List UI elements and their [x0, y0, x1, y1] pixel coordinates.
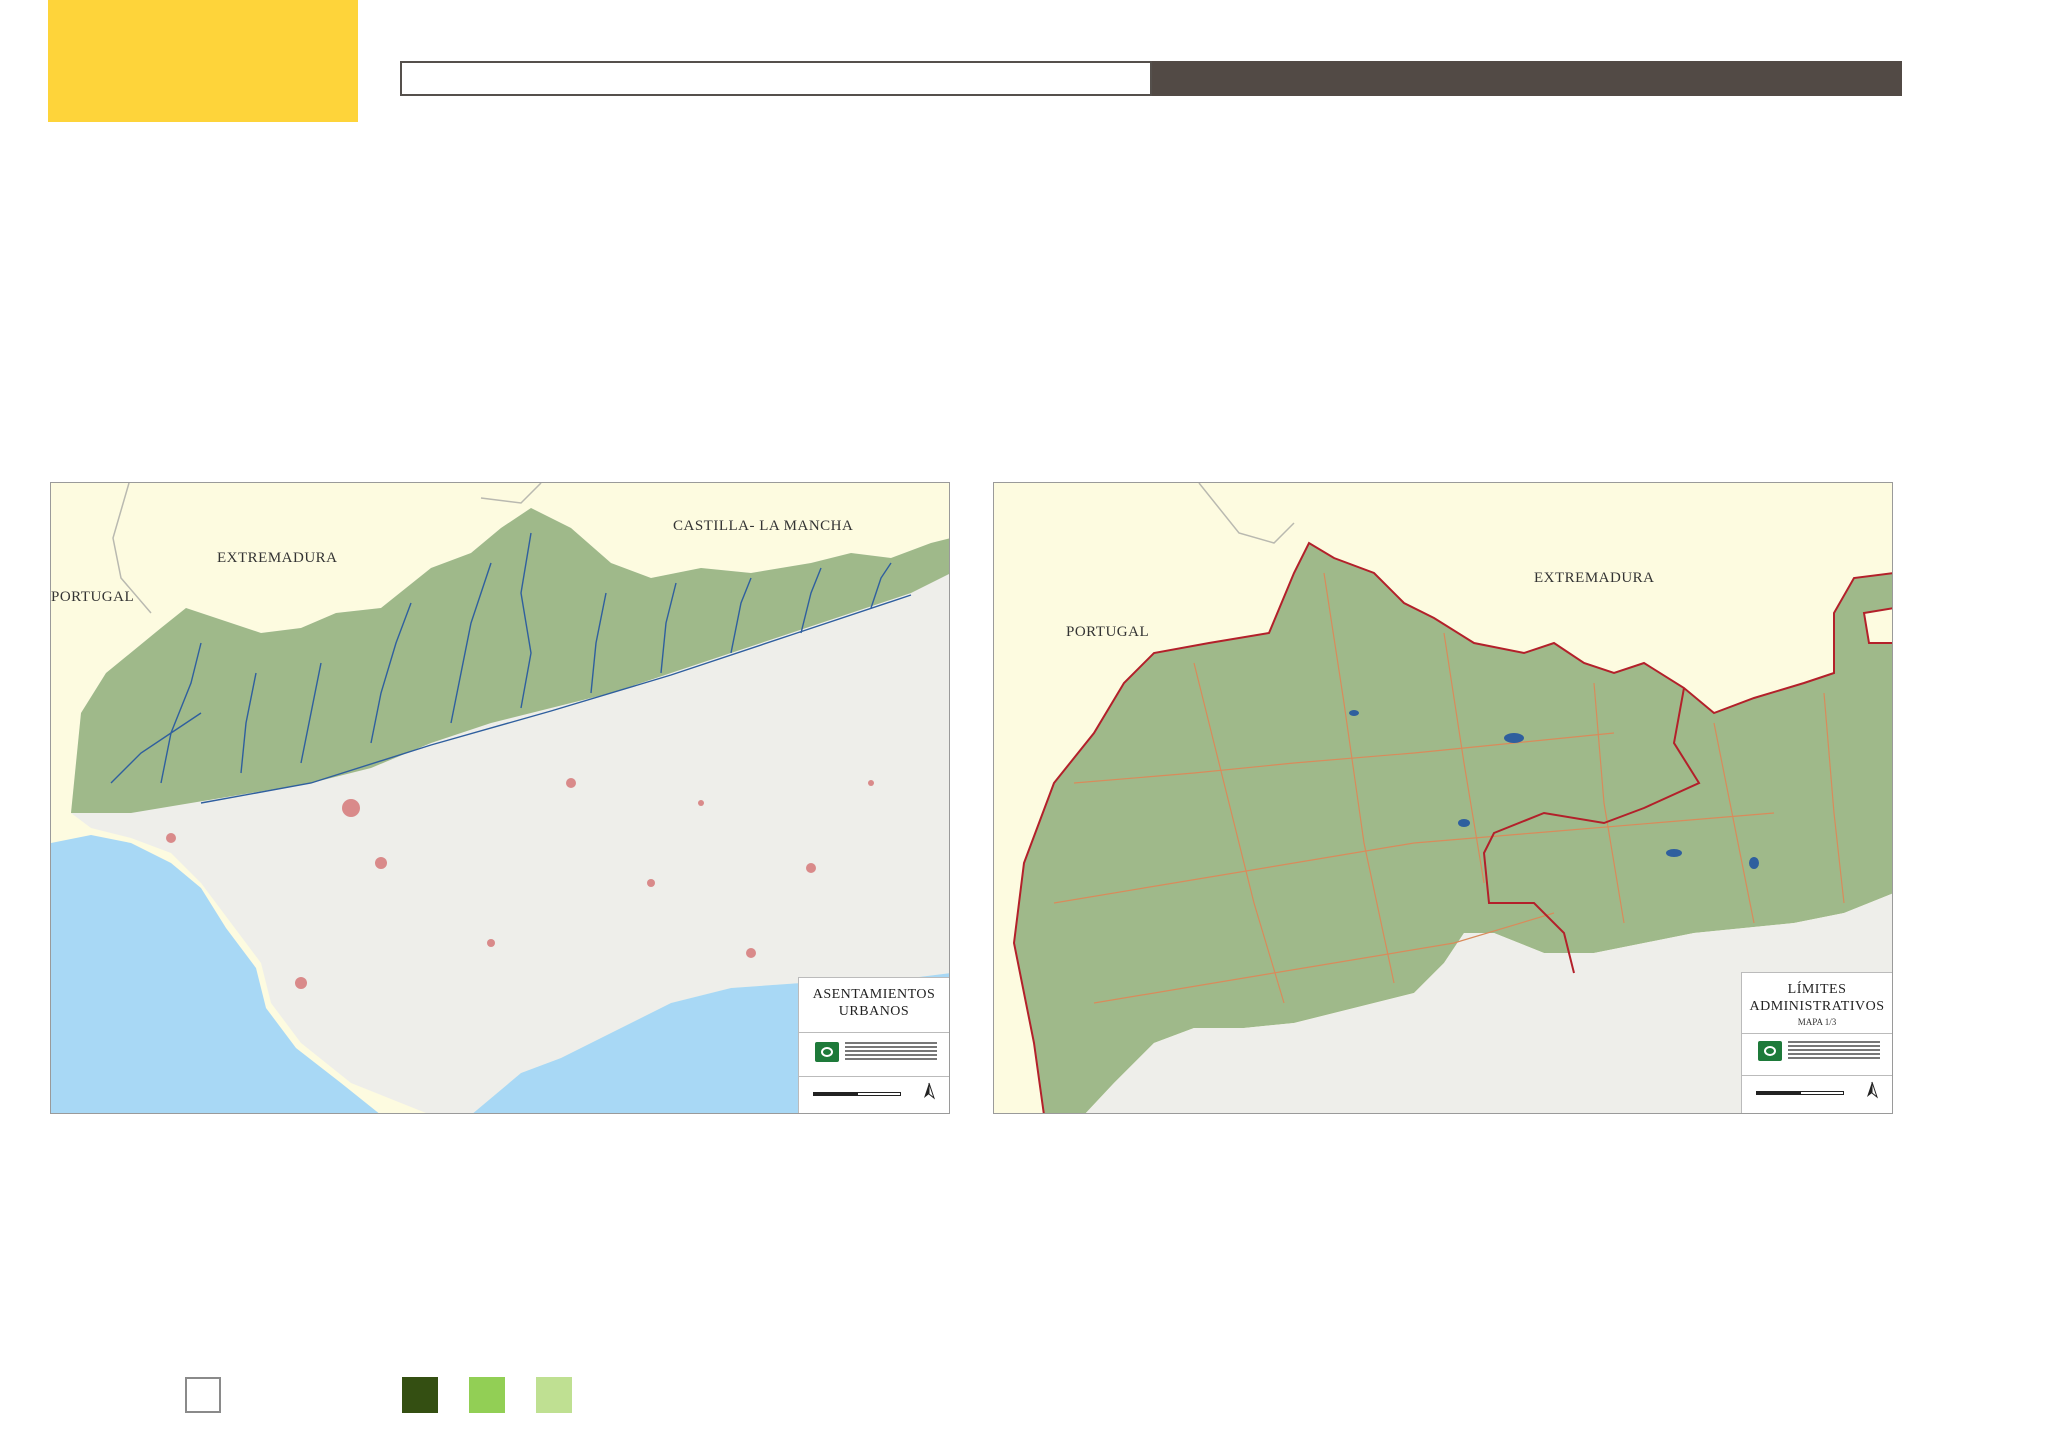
junta-andalucia-logo: [1758, 1041, 1782, 1061]
label-castilla-la-mancha: CASTILLA- LA MANCHA: [673, 518, 854, 534]
legend-title: ASENTAMIENTOS URBANOS: [799, 986, 949, 1020]
legend-divider: [1742, 1075, 1892, 1076]
logo-caption-lines: [1788, 1041, 1880, 1061]
north-arrow-icon: [1867, 1081, 1879, 1099]
scale-bar: [1756, 1091, 1844, 1095]
scale-bar: [813, 1092, 901, 1096]
legend-swatch-empty: [185, 1377, 221, 1413]
legend-title-line2: URBANOS: [838, 1004, 910, 1019]
legend-swatch-light-green: [536, 1377, 572, 1413]
junta-andalucia-logo: [815, 1042, 839, 1062]
label-portugal: PORTUGAL: [51, 589, 135, 605]
map-limites-administrativos: PORTUGAL EXTREMADURA LÍMITES ADMINISTRAT…: [993, 482, 1893, 1114]
label-extremadura: EXTREMADURA: [217, 550, 338, 566]
legend-divider: [1742, 1033, 1892, 1034]
legend-swatch-dark-green: [402, 1377, 438, 1413]
map-asentamientos-urbanos: PORTUGAL EXTREMADURA CASTILLA- LA MANCHA…: [50, 482, 950, 1114]
legend-swatch-medium-green: [469, 1377, 505, 1413]
map-legend-box: LÍMITES ADMINISTRATIVOS MAPA 1/3: [1741, 972, 1892, 1113]
label-portugal: PORTUGAL: [1066, 624, 1150, 640]
header-bar-light-segment: [400, 61, 1152, 96]
legend-title-line2: ADMINISTRATIVOS: [1749, 999, 1885, 1014]
north-arrow-icon: [924, 1082, 936, 1100]
header-bar-dark-segment: [1152, 61, 1902, 96]
legend-divider: [799, 1032, 949, 1033]
legend-divider: [799, 1076, 949, 1077]
map-legend-box: ASENTAMIENTOS URBANOS: [798, 977, 949, 1113]
legend-subtitle: MAPA 1/3: [1797, 1017, 1837, 1027]
legend-title: LÍMITES ADMINISTRATIVOS: [1742, 981, 1892, 1015]
label-extremadura: EXTREMADURA: [1534, 570, 1655, 586]
header-accent-block: [48, 0, 358, 122]
legend-title-line1: LÍMITES: [1787, 982, 1847, 997]
legend-title-line1: ASENTAMIENTOS: [812, 987, 936, 1002]
logo-caption-lines: [845, 1042, 937, 1062]
